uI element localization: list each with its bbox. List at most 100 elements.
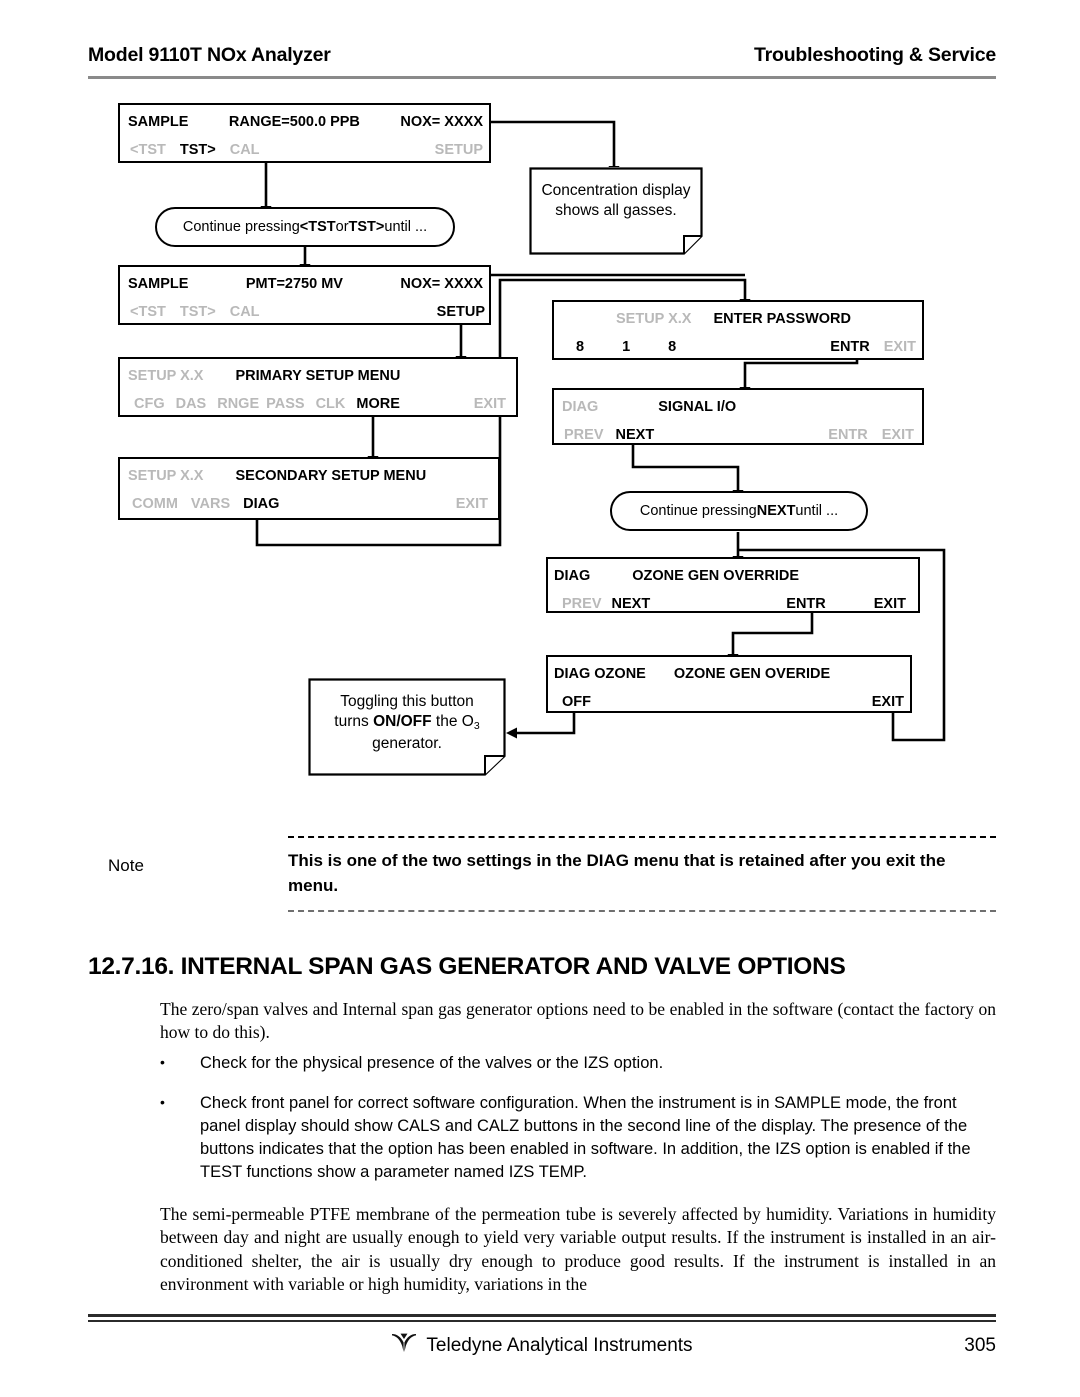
list-item-text: Check for the physical presence of the v…	[200, 1054, 664, 1072]
softkey-entr[interactable]: ENTR	[830, 339, 869, 355]
softkey-entr[interactable]: ENTR	[828, 427, 867, 443]
panel-sample-pmt-display[interactable]: SAMPLE PMT=2750 MV NOX= XXXX <TST TST> C…	[118, 265, 491, 325]
softkey-prev[interactable]: PREV	[554, 427, 604, 443]
field-menu-title: SECONDARY SETUP MENU	[235, 468, 427, 484]
panel-primary-setup-menu[interactable]: SETUP X.X PRIMARY SETUP MENU CFG DAS RNG…	[118, 357, 518, 417]
panel-ozone-gen-override[interactable]: DIAG OZONE GEN OVERRIDE PREV NEXT ENTR E…	[546, 557, 920, 613]
panel-line-2: OFF EXIT	[548, 691, 910, 713]
field-menu-context: DIAG	[562, 399, 599, 415]
panel-sample-range-display[interactable]: SAMPLE RANGE=500.0 PPB NOX= XXXX <TST TS…	[118, 103, 491, 163]
softkey-rnge[interactable]: RNGE	[206, 396, 259, 412]
pill-text-c: or	[335, 219, 349, 235]
list-item: • Check for the physical presence of the…	[160, 1052, 996, 1075]
softkey-exit[interactable]: EXIT	[872, 694, 910, 710]
softkey-off[interactable]: OFF	[548, 694, 591, 710]
pill-text-a: Continue pressing	[182, 219, 300, 235]
field-setup-version: SETUP X.X	[128, 468, 204, 484]
note-line-2-c: the O	[431, 713, 474, 731]
softkey-next[interactable]: NEXT	[604, 427, 655, 443]
softkey-das[interactable]: DAS	[165, 396, 207, 412]
password-digit-2[interactable]: 1	[584, 339, 630, 355]
pill-text-b: NEXT	[756, 503, 796, 519]
panel-line-2: CFG DAS RNGE PASS CLK MORE EXIT	[120, 393, 516, 415]
softkey-cal[interactable]: CAL	[216, 142, 260, 158]
note-line-1: Toggling this button	[340, 693, 474, 710]
field-mode: SAMPLE	[128, 276, 189, 292]
page-footer: Teledyne Analytical Instruments 305	[88, 1326, 996, 1366]
softkey-cal[interactable]: CAL	[216, 304, 260, 320]
field-menu-title: ENTER PASSWORD	[713, 311, 851, 327]
note-admonition-label: Note	[108, 856, 144, 875]
softkey-tst-next[interactable]: TST>	[166, 304, 216, 320]
softkey-next[interactable]: NEXT	[602, 596, 651, 612]
note-line-2-emph: ON/OFF	[373, 713, 432, 731]
panel-line-2: <TST TST> CAL SETUP	[120, 139, 489, 161]
softkey-exit[interactable]: EXIT	[868, 427, 922, 443]
menu-navigation-flowchart: SAMPLE RANGE=500.0 PPB NOX= XXXX <TST TS…	[0, 95, 1080, 795]
pill-text-b: <TST	[299, 219, 336, 235]
softkey-diag[interactable]: DIAG	[230, 496, 279, 512]
panel-diag-ozone-override[interactable]: DIAG OZONE OZONE GEN OVERIDE OFF EXIT	[546, 655, 912, 713]
field-menu-title: OZONE GEN OVERIDE	[673, 666, 831, 682]
note-line-2: turns ON/OFF the O3	[318, 712, 496, 734]
softkey-exit[interactable]: EXIT	[870, 339, 922, 355]
softkey-prev[interactable]: PREV	[548, 596, 602, 612]
field-menu-title: SIGNAL I/O	[658, 399, 737, 415]
softkey-pass[interactable]: PASS	[259, 396, 304, 412]
panel-line-1: SAMPLE PMT=2750 MV NOX= XXXX	[120, 273, 489, 295]
panel-line-1: DIAG SIGNAL I/O	[554, 396, 922, 418]
softkey-exit[interactable]: EXIT	[826, 596, 918, 612]
panel-line-1: SETUP X.X ENTER PASSWORD	[554, 308, 922, 330]
panel-signal-io[interactable]: DIAG SIGNAL I/O PREV NEXT ENTR EXIT	[552, 388, 924, 445]
softkey-exit[interactable]: EXIT	[474, 396, 516, 412]
softkey-tst-next[interactable]: TST>	[166, 142, 216, 158]
note-line-3: generator.	[372, 735, 442, 753]
softkey-vars[interactable]: VARS	[178, 496, 230, 512]
bullet-marker-icon: •	[160, 1094, 165, 1111]
panel-line-2: PREV NEXT ENTR EXIT	[554, 424, 922, 446]
paragraph-humidity: The semi-permeable PTFE membrane of the …	[160, 1204, 996, 1294]
list-item: • Check front panel for correct software…	[160, 1092, 996, 1184]
softkey-clk[interactable]: CLK	[305, 396, 346, 412]
note-toggle-onoff: Toggling this button turns ON/OFF the O3…	[308, 678, 506, 776]
field-setup-version: SETUP X.X	[128, 368, 204, 384]
teledyne-bowtie-glyph	[392, 1333, 417, 1352]
softkey-tst-prev[interactable]: <TST	[120, 304, 166, 320]
softkey-entr[interactable]: ENTR	[786, 596, 825, 612]
password-digit-1[interactable]: 8	[554, 339, 584, 355]
softkey-exit[interactable]: EXIT	[456, 496, 498, 512]
footer-page-number: 305	[964, 1335, 996, 1356]
paragraph-intro: The zero/span valves and Internal span g…	[160, 999, 996, 1043]
panel-line-1: SAMPLE RANGE=500.0 PPB NOX= XXXX	[120, 111, 489, 133]
footer-company: Teledyne Analytical Instruments	[426, 1335, 693, 1356]
note-concentration-display: Concentration display shows all gasses.	[529, 167, 703, 255]
section-heading: 12.7.16. INTERNAL SPAN GAS GENERATOR AND…	[88, 953, 846, 980]
field-nox: NOX= XXXX	[400, 276, 483, 292]
softkey-more[interactable]: MORE	[345, 396, 400, 412]
panel-secondary-setup-menu[interactable]: SETUP X.X SECONDARY SETUP MENU COMM VARS…	[118, 457, 500, 520]
header-rule	[88, 76, 996, 79]
panel-line-2: 8 1 8 ENTR EXIT	[554, 336, 922, 358]
field-menu-title: PRIMARY SETUP MENU	[235, 368, 401, 384]
note-admonition-text: This is one of the two settings in the D…	[288, 836, 996, 913]
softkey-setup[interactable]: SETUP	[437, 304, 489, 320]
footer-center-group: Teledyne Analytical Instruments	[88, 1333, 996, 1359]
running-head-right: Troubleshooting & Service	[753, 44, 996, 66]
password-digit-3[interactable]: 8	[630, 339, 676, 355]
document-page: Model 9110T NOx Analyzer Troubleshooting…	[0, 0, 1080, 1397]
pill-text-a: Continue pressing	[639, 503, 757, 519]
running-head: Model 9110T NOx Analyzer Troubleshooting…	[88, 44, 996, 67]
note-line-1: Concentration display	[541, 182, 691, 199]
field-menu-context: DIAG	[554, 568, 591, 584]
note-admonition: Note This is one of the two settings in …	[88, 836, 996, 913]
field-mode: SAMPLE	[128, 114, 189, 130]
panel-enter-password[interactable]: SETUP X.X ENTER PASSWORD 8 1 8 ENTR EXIT	[552, 300, 924, 360]
field-menu-title: OZONE GEN OVERRIDE	[632, 568, 800, 584]
pill-text-d: TST>	[348, 219, 385, 235]
softkey-cfg[interactable]: CFG	[120, 396, 165, 412]
softkey-comm[interactable]: COMM	[120, 496, 178, 512]
softkey-setup[interactable]: SETUP	[435, 142, 489, 158]
list-item-text: Check front panel for correct software c…	[200, 1094, 971, 1182]
softkey-tst-prev[interactable]: <TST	[120, 142, 166, 158]
panel-line-1: DIAG OZONE OZONE GEN OVERIDE	[548, 663, 910, 685]
